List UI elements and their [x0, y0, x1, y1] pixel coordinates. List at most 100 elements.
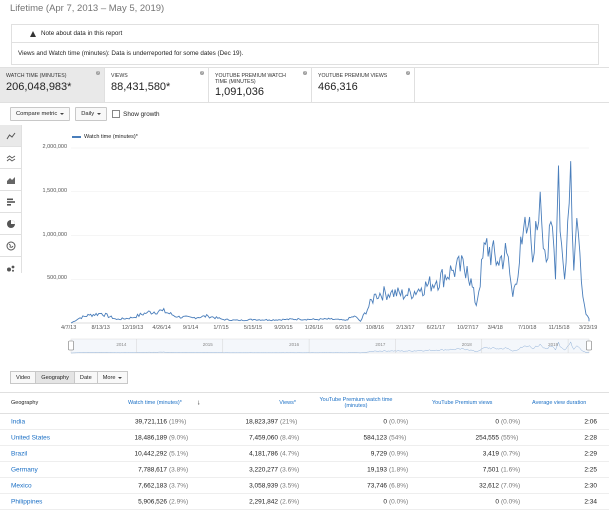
navigator-year-label: 2016 [289, 342, 300, 347]
navigator-year-label: 2017 [375, 342, 386, 347]
avg-duration-cell: 2:06 [584, 418, 597, 425]
x-tick-label: 7/10/18 [518, 325, 537, 331]
col-premium-watch-time[interactable]: YouTube Premium watch time (minutes) [316, 397, 396, 409]
help-icon[interactable]: ? [200, 71, 204, 75]
watch-time-pct: (9.0%) [169, 434, 189, 441]
warning-icon [30, 30, 36, 37]
metric-value: 1,091,036 [215, 86, 264, 98]
chevron-down-icon [97, 113, 102, 115]
metric-label: VIEWS [111, 73, 128, 79]
help-icon[interactable]: ? [406, 71, 410, 75]
chart-type-sidebar [0, 125, 22, 273]
premium-watch-pct: (0.9%) [389, 450, 409, 457]
watch-time-pct: (5.1%) [169, 450, 189, 457]
table-row[interactable]: Mexico 7,662,183 (3.7%) 3,058,939 (3.5%) 73,7… [0, 478, 609, 494]
avg-duration-cell: 2:34 [584, 498, 597, 505]
navigator-handle-left[interactable] [68, 340, 74, 351]
premium-watch-cell: 9,729 [370, 450, 387, 457]
area-chart-icon[interactable] [0, 169, 21, 191]
col-views[interactable]: Views* [279, 400, 296, 406]
watch-time-cell: 7,788,617 [138, 466, 167, 473]
x-tick-label: 1/26/16 [304, 325, 324, 331]
x-tick-label: 3/4/18 [487, 325, 503, 331]
geography-table: Geography Watch time (minutes)* ↓ Views*… [0, 392, 609, 510]
globe-icon[interactable] [0, 235, 21, 257]
premium-watch-pct: (0.0%) [389, 418, 409, 425]
views-cell: 18,823,397 [245, 418, 278, 425]
geo-cell[interactable]: Brazil [11, 450, 27, 457]
navigator-year-label: 2018 [462, 342, 473, 347]
show-growth-toggle[interactable]: Show growth [112, 110, 160, 118]
line-chart-icon[interactable] [0, 125, 21, 147]
range-navigator[interactable] [70, 338, 590, 354]
watch-time-cell: 39,721,116 [134, 418, 167, 425]
metric-label: YOUTUBE PREMIUM VIEWS [318, 73, 388, 79]
metric-cards: WATCH TIME (MINUTES) 206,048,983* ? VIEW… [0, 67, 609, 103]
compare-label: Compare metric [16, 111, 58, 117]
geo-cell[interactable]: India [11, 418, 25, 425]
col-avg-view-duration[interactable]: Average view duration [532, 400, 586, 406]
tab-more[interactable]: More [96, 371, 129, 384]
metric-value: 466,316 [318, 81, 358, 93]
x-tick-label: 4/7/13 [61, 325, 77, 331]
avg-duration-cell: 2:25 [584, 466, 597, 473]
note-header[interactable]: Note about data in this report [12, 25, 598, 43]
bar-chart-icon[interactable] [0, 191, 21, 213]
sort-down-icon[interactable]: ↓ [197, 400, 201, 407]
tab-geography[interactable]: Geography [35, 371, 74, 384]
x-tick-label: 11/15/18 [548, 325, 570, 331]
premium-watch-pct: (6.8%) [389, 482, 409, 489]
table-row[interactable]: United States 18,486,189 (9.0%) 7,459,060 (8… [0, 430, 609, 446]
premium-views-pct: (0.7%) [501, 450, 521, 457]
pie-chart-icon[interactable] [0, 213, 21, 235]
premium-views-cell: 3,419 [482, 450, 499, 457]
views-pct: (8.4%) [280, 434, 300, 441]
watch-time-pct: (3.7%) [169, 482, 189, 489]
multi-line-icon[interactable] [0, 147, 21, 169]
x-tick-label: 6/2/16 [335, 325, 351, 331]
y-tick-label: 2,000,000 [42, 144, 67, 150]
metric-views[interactable]: VIEWS 88,431,580* ? [105, 68, 209, 102]
premium-watch-pct: (1.8%) [389, 466, 409, 473]
col-watch-time[interactable]: Watch time (minutes)* [128, 400, 182, 406]
tab-video[interactable]: Video [10, 371, 36, 384]
premium-views-cell: 0 [495, 498, 499, 505]
x-tick-label: 10/27/17 [457, 325, 479, 331]
chevron-down-icon [118, 376, 123, 379]
help-icon[interactable]: ? [96, 71, 100, 75]
show-growth-checkbox[interactable] [112, 110, 121, 118]
geo-cell[interactable]: Mexico [11, 482, 32, 489]
interval-dropdown[interactable]: Daily [75, 107, 108, 121]
views-pct: (3.5%) [280, 482, 300, 489]
tab-date[interactable]: Date [73, 371, 97, 384]
views-pct: (3.6%) [280, 466, 300, 473]
premium-views-pct: (0.0%) [501, 418, 521, 425]
geo-cell[interactable]: Philippines [11, 498, 42, 505]
watch-time-cell: 10,442,292 [134, 450, 167, 457]
geo-cell[interactable]: United States [11, 434, 50, 441]
watch-time-cell: 18,486,189 [134, 434, 167, 441]
metric-premium-watch-time[interactable]: YOUTUBE PREMIUM WATCH TIME (MINUTES) 1,0… [209, 68, 312, 102]
metric-watch-time[interactable]: WATCH TIME (MINUTES) 206,048,983* ? [0, 68, 105, 102]
table-row[interactable]: Brazil 10,442,292 (5.1%) 4,181,786 (4.7%) 9,7… [0, 446, 609, 462]
compare-metric-dropdown[interactable]: Compare metric [10, 107, 71, 121]
navigator-handle-right[interactable] [586, 340, 592, 351]
table-row[interactable]: Philippines 5,906,526 (2.9%) 2,291,842 (2.6%… [0, 494, 609, 510]
premium-watch-cell: 584,123 [363, 434, 388, 441]
show-growth-label: Show growth [123, 110, 160, 118]
bubble-chart-icon[interactable] [0, 257, 21, 278]
chart-area: Watch time (minutes)* 2014 2015 2016 2017 20… [22, 125, 609, 357]
metric-premium-views[interactable]: YOUTUBE PREMIUM VIEWS 466,316 ? [312, 68, 415, 102]
x-tick-label: 9/1/14 [182, 325, 199, 331]
geo-cell[interactable]: Germany [11, 466, 38, 473]
navigator-year-label: 2019 [548, 342, 559, 347]
table-row[interactable]: Germany 7,788,617 (3.8%) 3,220,277 (3.6%) 19,… [0, 462, 609, 478]
page-title: Lifetime (Apr 7, 2013 – May 5, 2019) [10, 3, 165, 14]
navigator-year-label: 2014 [116, 342, 127, 347]
metric-value: 206,048,983* [6, 81, 72, 93]
table-row[interactable]: India 39,721,116 (19%) 18,823,397 (21%) 0 (0.0… [0, 414, 609, 430]
help-icon[interactable]: ? [303, 71, 307, 75]
views-cell: 7,459,060 [249, 434, 278, 441]
x-tick-label: 9/20/15 [274, 325, 293, 331]
col-premium-views[interactable]: YouTube Premium views [432, 400, 492, 406]
